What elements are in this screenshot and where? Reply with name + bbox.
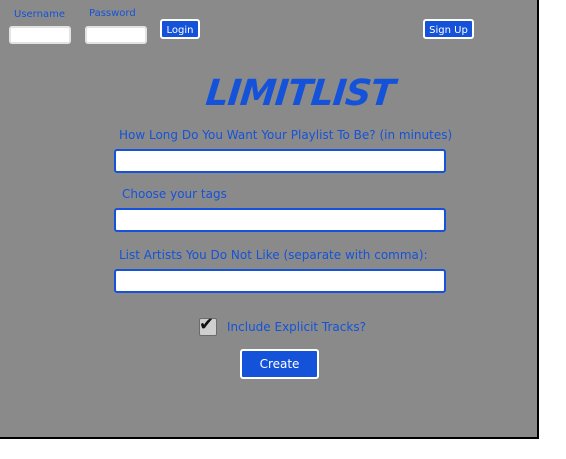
username-input[interactable] xyxy=(9,26,71,44)
limitlist-logo: LIMITLIST xyxy=(203,73,397,114)
excluded-artists-label: List Artists You Do Not Like (separate w… xyxy=(119,248,428,262)
username-label: Username xyxy=(14,9,65,20)
sign-up-button[interactable]: Sign Up xyxy=(423,19,474,39)
tags-input[interactable] xyxy=(114,208,446,232)
explicit-tracks-checkbox[interactable]: ✔ xyxy=(199,314,217,336)
explicit-tracks-label[interactable]: Include Explicit Tracks? xyxy=(227,320,366,334)
login-button[interactable]: Login xyxy=(160,19,200,39)
create-button[interactable]: Create xyxy=(240,349,319,379)
app-window: Username Password Login Sign Up LIMITLIS… xyxy=(0,0,539,439)
checkmark-icon: ✔ xyxy=(199,314,215,335)
tags-label: Choose your tags xyxy=(122,187,227,201)
password-label: Password xyxy=(89,8,136,19)
playlist-length-input[interactable] xyxy=(114,149,446,173)
password-input[interactable] xyxy=(85,26,147,44)
excluded-artists-input[interactable] xyxy=(114,269,446,293)
playlist-length-label: How Long Do You Want Your Playlist To Be… xyxy=(119,128,453,142)
